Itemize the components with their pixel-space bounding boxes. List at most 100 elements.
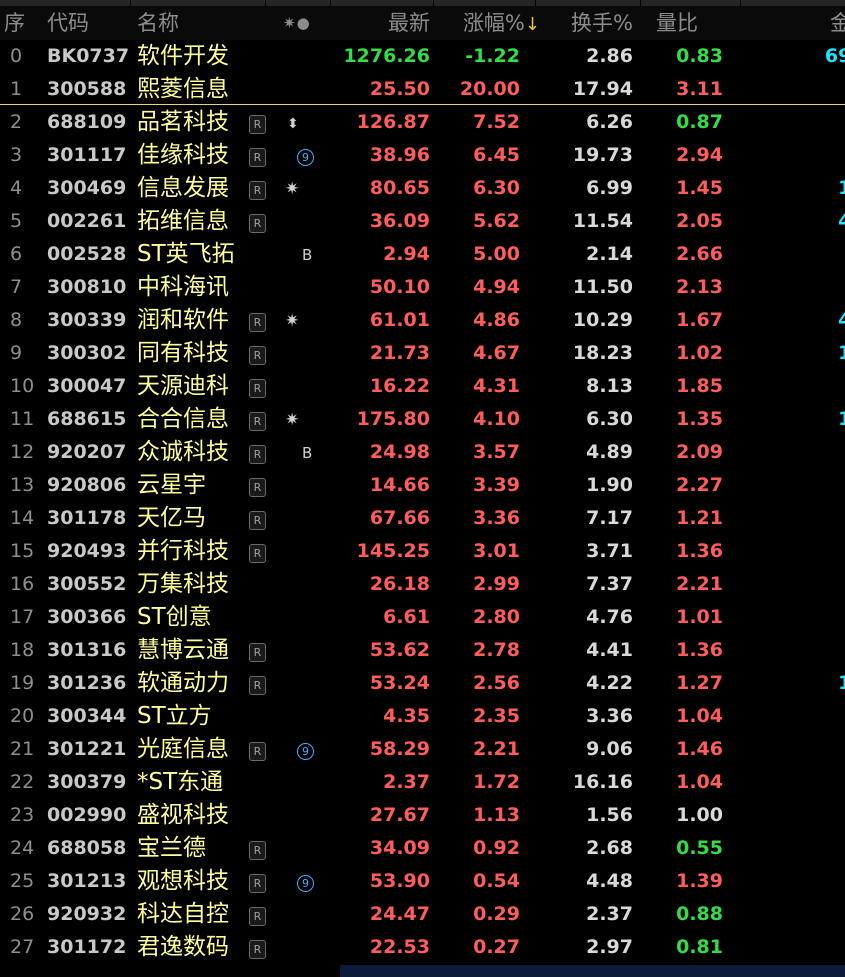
table-row[interactable]: 25 301213 观想科技 R 9 53.90 0.54 4.48 1.39 1.2: [0, 865, 845, 898]
stock-name: 同有科技: [137, 340, 229, 366]
r-badge-cell: R: [247, 469, 267, 502]
table-row[interactable]: 20 300344 ST立方 4.35 2.35 3.36 1.04 936: [0, 700, 845, 733]
table-row[interactable]: 6 002528 ST英飞拓 B 2.94 5.00 2.14 2.66 650: [0, 238, 845, 271]
table-row[interactable]: 12 920207 众诚科技 R B 24.98 3.57 4.89 2.09 671: [0, 436, 845, 469]
table-row[interactable]: 11 688615 合合信息 R ✷ 175.80 4.10 6.30 1.35 10.6: [0, 403, 845, 436]
volume-ratio: 2.94: [676, 144, 723, 166]
turnover-rate: 19.73: [572, 144, 633, 166]
stock-name: ST立方: [137, 703, 212, 729]
b-marker-icon: B: [302, 444, 313, 462]
marker-cell: ✷: [283, 403, 323, 436]
stock-code: 300047: [47, 375, 127, 397]
stock-name: ST英飞拓: [137, 241, 235, 267]
turnover-amount: 10.6: [838, 408, 845, 430]
table-row[interactable]: 14 301178 天亿马 R 67.66 3.36 7.17 1.21 2.3: [0, 502, 845, 535]
table-row[interactable]: 4 300469 信息发展 R ✷ 80.65 6.30 6.99 1.45 13.9: [0, 172, 845, 205]
stock-name: 云星宇: [137, 472, 206, 498]
table-row[interactable]: 5 002261 拓维信息 R 36.09 5.62 11.54 2.05 46.6: [0, 205, 845, 238]
row-index: 16: [10, 573, 35, 595]
table-row[interactable]: 2 688109 品茗科技 R ⬍ 126.87 7.52 6.26 0.87 6.0: [0, 106, 845, 139]
header-amount[interactable]: 金: [830, 6, 845, 40]
row-index: 25: [10, 870, 35, 892]
r-badge-icon: R: [249, 181, 266, 200]
marker-cell: [283, 469, 323, 502]
table-row[interactable]: 24 688058 宝兰德 R 34.09 0.92 2.68 0.55 704: [0, 832, 845, 865]
table-row[interactable]: 23 002990 盛视科技 27.67 1.13 1.56 1.00 576: [0, 799, 845, 832]
table-row[interactable]: 22 300379 *ST东通 2.37 1.72 16.16 1.04 1.9: [0, 766, 845, 799]
r-badge-cell: R: [247, 403, 267, 436]
stock-code: 301316: [47, 639, 127, 661]
turnover-amount: 14.6: [838, 342, 845, 364]
stock-name: 合合信息: [137, 406, 229, 432]
partial-row-highlight: [340, 965, 845, 977]
stock-code: 002990: [47, 804, 127, 826]
table-row[interactable]: 19 301236 软通动力 R 53.24 2.56 4.22 1.27 17.2: [0, 667, 845, 700]
turnover-amount: 47.4: [838, 309, 845, 331]
header-turnover[interactable]: 换手%: [520, 6, 633, 40]
row-index: 27: [10, 936, 35, 958]
row-index: 26: [10, 903, 35, 925]
volume-ratio: 3.11: [676, 78, 723, 100]
table-row[interactable]: 9 300302 同有科技 R 21.73 4.67 18.23 1.02 14.6: [0, 337, 845, 370]
table-row[interactable]: 0 BK0737 软件开发 1276.26 -1.22 2.86 0.83 698.9: [0, 40, 845, 73]
circled-nine-icon: 9: [297, 149, 314, 166]
stock-code: 688615: [47, 408, 127, 430]
latest-price: 6.61: [383, 606, 430, 628]
turnover-amount: 6.4: [740, 271, 845, 304]
r-badge-cell: [247, 40, 267, 73]
table-row[interactable]: 17 300366 ST创意 6.61 2.80 4.76 1.01 1.6: [0, 601, 845, 634]
marker-cell: [283, 700, 323, 733]
latest-price: 145.25: [356, 540, 430, 562]
header-markers-icon[interactable]: ✷●: [283, 6, 323, 40]
table-row[interactable]: 21 301221 光庭信息 R 9 58.29 2.21 9.06 1.46 3.3: [0, 733, 845, 766]
r-badge-icon: R: [249, 379, 266, 398]
table-row[interactable]: 8 300339 润和软件 R ✷ 61.01 4.86 10.29 1.67 47.4: [0, 304, 845, 337]
header-price[interactable]: 最新: [330, 6, 430, 40]
table-row[interactable]: 16 300552 万集科技 26.18 2.99 7.37 2.21 2.6: [0, 568, 845, 601]
turnover-amount: 7.1: [740, 370, 845, 403]
table-row[interactable]: 13 920806 云星宇 R 14.66 3.39 1.90 2.27 836: [0, 469, 845, 502]
table-row[interactable]: 10 300047 天源迪科 R 16.22 4.31 8.13 1.85 7.1: [0, 370, 845, 403]
turnover-rate: 4.22: [586, 672, 633, 694]
row-index: 9: [10, 342, 23, 364]
table-row[interactable]: 18 301316 慧博云通 R 53.62 2.78 4.41 1.36 5.7: [0, 634, 845, 667]
row-index: 0: [10, 45, 23, 67]
r-badge-icon: R: [249, 478, 266, 497]
stock-name: 宝兰德: [137, 835, 206, 861]
volume-ratio: 0.88: [676, 903, 723, 925]
turnover-rate: 6.26: [586, 111, 633, 133]
header-code[interactable]: 代码: [47, 6, 127, 40]
stock-name: 光庭信息: [137, 736, 229, 762]
header-name[interactable]: 名称: [137, 6, 237, 40]
r-badge-icon: R: [249, 676, 266, 695]
table-row[interactable]: 1 300588 熙菱信息 25.50 20.00 17.94 3.11 7.4: [0, 73, 845, 106]
table-row[interactable]: 26 920932 科达自控 R 24.47 0.29 2.37 0.88 506: [0, 898, 845, 931]
change-percent: 4.31: [473, 375, 520, 397]
r-badge-icon: R: [249, 346, 266, 365]
turnover-amount: 17.2: [838, 672, 845, 694]
header-index[interactable]: 序: [4, 6, 34, 40]
row-index: 12: [10, 441, 35, 463]
stock-code: 920493: [47, 540, 127, 562]
header-volume-ratio[interactable]: 量比: [633, 6, 698, 40]
turnover-rate: 2.68: [586, 837, 633, 859]
volume-ratio: 1.85: [676, 375, 723, 397]
table-row[interactable]: 27 301172 君逸数码 R 22.53 0.27 2.97 0.81 656: [0, 931, 845, 964]
latest-price: 22.53: [369, 936, 430, 958]
r-badge-icon: R: [249, 907, 266, 926]
table-row[interactable]: 7 300810 中科海讯 50.10 4.94 11.50 2.13 6.4: [0, 271, 845, 304]
table-row[interactable]: 3 301117 佳缘科技 R 9 38.96 6.45 19.73 2.94 6.0: [0, 139, 845, 172]
turnover-amount: 656: [740, 931, 845, 964]
change-percent: 1.13: [473, 804, 520, 826]
table-row[interactable]: 15 920493 并行科技 R 145.25 3.01 3.71 1.36 2.2: [0, 535, 845, 568]
r-badge-cell: [247, 601, 267, 634]
turnover-rate: 6.99: [586, 177, 633, 199]
latest-price: 175.80: [356, 408, 430, 430]
turnover-amount: 1.6: [740, 601, 845, 634]
row-index: 2: [10, 111, 23, 133]
turnover-rate: 18.23: [572, 342, 633, 364]
r-badge-cell: [247, 568, 267, 601]
latest-price: 26.18: [369, 573, 430, 595]
row-index: 17: [10, 606, 35, 628]
latest-price: 2.94: [383, 243, 430, 265]
